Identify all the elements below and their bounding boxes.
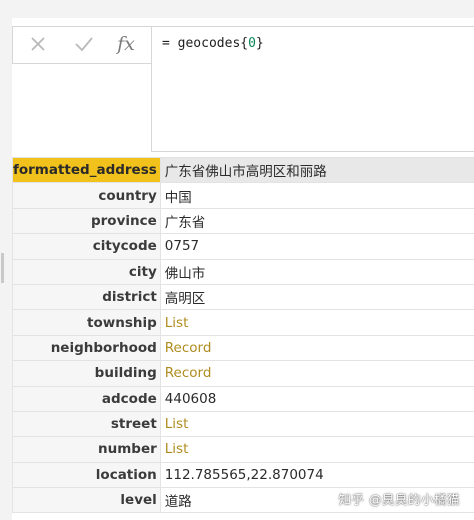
- field-name-adcode[interactable]: adcode: [12, 386, 161, 412]
- formula-editor[interactable]: = geocodes{0}: [151, 26, 474, 152]
- record-row: district 高明区: [12, 284, 474, 311]
- field-name-city[interactable]: city: [12, 259, 161, 285]
- formula-suffix: }: [255, 36, 264, 51]
- field-name-location[interactable]: location: [12, 462, 161, 489]
- field-value-link[interactable]: Record: [160, 360, 474, 387]
- field-name-neighborhood[interactable]: neighborhood: [12, 335, 161, 362]
- record-row: adcode 440608: [12, 386, 474, 412]
- field-value-link[interactable]: List: [160, 436, 474, 463]
- field-value: 高明区: [160, 284, 474, 311]
- field-value-link[interactable]: List: [160, 411, 474, 438]
- left-gutter: [0, 18, 12, 520]
- record-row: township List: [12, 309, 474, 336]
- record-row: location 112.785565,22.870074: [12, 462, 474, 489]
- field-value-link[interactable]: Record: [160, 335, 474, 362]
- record-row: country 中国: [12, 182, 474, 209]
- formula-buttons: fx: [12, 26, 152, 64]
- field-value-link[interactable]: List: [160, 309, 474, 336]
- record-row: formatted_address 广东省佛山市高明区和丽路: [12, 156, 474, 184]
- close-x-icon[interactable]: [23, 32, 53, 56]
- field-name-township[interactable]: township: [12, 309, 161, 336]
- field-value: 广东省佛山市高明区和丽路: [160, 156, 474, 184]
- field-name-citycode[interactable]: citycode: [12, 233, 161, 260]
- field-name-level[interactable]: level: [12, 487, 161, 514]
- record-row: city 佛山市: [12, 259, 474, 285]
- field-value: 广东省: [160, 208, 474, 235]
- formula-index: 0: [248, 36, 256, 51]
- record-table: formatted_address 广东省佛山市高明区和丽路 country 中国 pr…: [12, 156, 474, 514]
- record-row: province 广东省: [12, 208, 474, 235]
- field-name-number[interactable]: number: [12, 436, 161, 463]
- record-row: neighborhood Record: [12, 335, 474, 362]
- record-row: street List: [12, 411, 474, 438]
- field-value: 440608: [160, 386, 474, 412]
- field-name-building[interactable]: building: [12, 360, 161, 387]
- field-value: 中国: [160, 182, 474, 209]
- fx-icon[interactable]: fx: [111, 32, 141, 56]
- record-row: citycode 0757: [12, 233, 474, 260]
- formula-text[interactable]: = geocodes{0}: [162, 36, 264, 51]
- checkmark-icon[interactable]: [69, 32, 99, 56]
- record-row: number List: [12, 436, 474, 463]
- field-name-formatted-address[interactable]: formatted_address: [12, 156, 161, 184]
- top-strip: [0, 0, 474, 18]
- watermark: 知乎 @臭臭的小橘猫: [338, 492, 460, 507]
- formula-bar: fx = geocodes{0}: [12, 26, 474, 152]
- splitter-handle[interactable]: [1, 253, 4, 283]
- record-row: building Record: [12, 360, 474, 387]
- field-value: 112.785565,22.870074: [160, 462, 474, 489]
- field-name-province[interactable]: province: [12, 208, 161, 235]
- formula-prefix: = geocodes{: [162, 36, 249, 51]
- field-value: 佛山市: [160, 259, 474, 285]
- field-value: 0757: [160, 233, 474, 260]
- field-name-country[interactable]: country: [12, 182, 161, 209]
- field-name-street[interactable]: street: [12, 411, 161, 438]
- field-name-district[interactable]: district: [12, 284, 161, 311]
